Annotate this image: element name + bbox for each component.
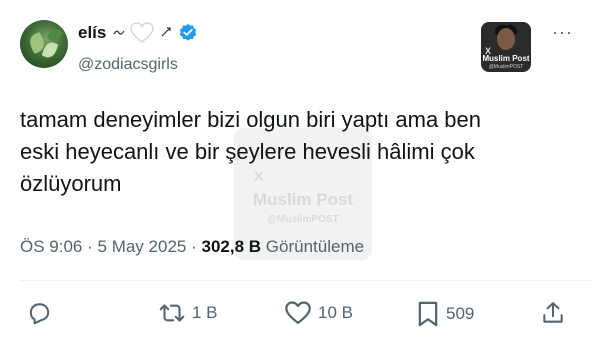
small-decoration-icon	[112, 27, 126, 40]
tweet-text-line: tamam deneyimler bizi olgun biri yaptı a…	[20, 107, 482, 132]
verified-badge-icon[interactable]	[178, 23, 198, 43]
tweet-text-line: özlüyorum	[20, 171, 122, 196]
views-label: Görüntüleme	[265, 237, 365, 256]
retweet-icon	[158, 300, 186, 326]
more-options-icon[interactable]: ···	[552, 22, 573, 43]
heart-icon	[130, 22, 154, 44]
action-bar: 1 B 10 B 509	[20, 300, 590, 330]
tweet-date[interactable]: 5 May 2025	[98, 237, 187, 256]
author-name-row: elís	[78, 22, 198, 44]
tweet-time[interactable]: ÖS 9:06	[20, 237, 82, 256]
retweet-button[interactable]: 1 B	[158, 300, 218, 326]
avatar-leaf	[46, 26, 64, 44]
meta-separator: ·	[191, 237, 197, 256]
small-decoration-icon	[160, 26, 172, 41]
display-name[interactable]: elís	[78, 23, 106, 43]
views-count: 302,8 B	[201, 237, 262, 256]
retweet-count: 1 B	[192, 303, 218, 322]
bookmark-count: 509	[446, 304, 475, 323]
divider	[20, 280, 590, 281]
thumbnail-brand-name: Muslim Post	[482, 54, 530, 63]
avatar[interactable]	[20, 20, 68, 68]
bookmark-icon	[416, 300, 440, 328]
source-thumbnail[interactable]: X Muslim Post @MuslimPOST	[481, 22, 531, 72]
tweet-meta: ÖS 9:06 · 5 May 2025 · 302,8 B Görüntüle…	[20, 237, 364, 257]
author-handle[interactable]: @zodiacsgirls	[78, 56, 178, 74]
tweet-text-line: eski heyecanlı ve bir şeylere hevesli hâ…	[20, 139, 475, 164]
watermark-handle: @MuslimPOST	[267, 214, 339, 225]
thumbnail-face	[497, 28, 515, 50]
tweet-text: tamam deneyimler bizi olgun biri yaptı a…	[20, 104, 590, 200]
share-icon	[540, 300, 566, 326]
reply-icon	[26, 300, 52, 326]
thumbnail-brand-handle: @MuslimPOST	[488, 64, 524, 70]
share-button[interactable]	[540, 300, 566, 326]
bookmark-button[interactable]: 509	[416, 300, 474, 328]
like-count: 10 B	[318, 303, 353, 322]
meta-separator: ·	[87, 237, 93, 256]
like-icon	[284, 300, 312, 326]
reply-button[interactable]	[26, 300, 52, 326]
like-button[interactable]: 10 B	[284, 300, 353, 326]
